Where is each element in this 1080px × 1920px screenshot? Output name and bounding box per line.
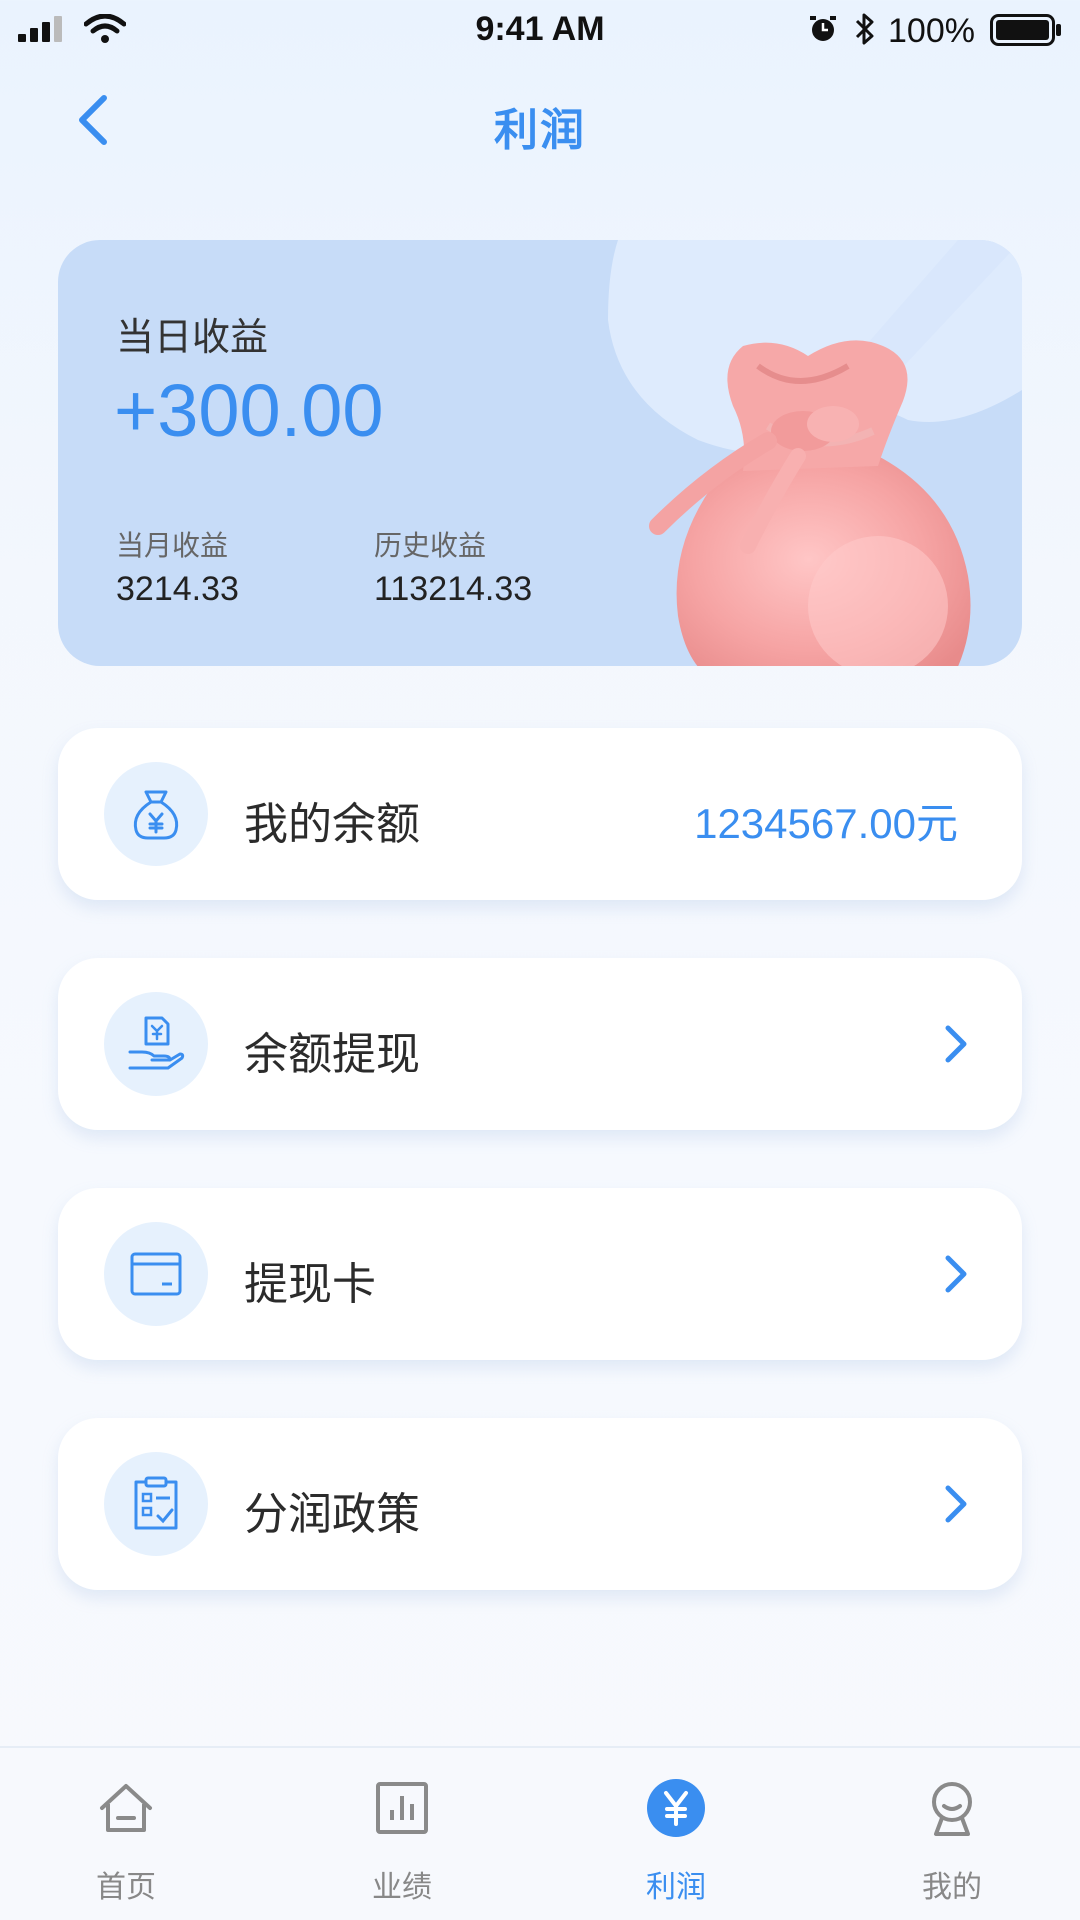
clipboard-icon <box>134 1476 178 1530</box>
alarm-icon <box>810 16 836 41</box>
tab-mine-label: 我的 <box>922 1870 982 1905</box>
card-icon <box>130 1252 182 1296</box>
tab-performance-label: 业绩 <box>372 1870 432 1905</box>
chart-icon <box>376 1782 428 1834</box>
balance-label: 我的余额 <box>244 799 420 850</box>
money-bag-icon <box>133 790 179 840</box>
month-income-label: 当月收益 <box>116 529 229 562</box>
bluetooth-icon <box>855 13 874 45</box>
tab-home[interactable]: 首页 <box>26 1748 226 1920</box>
withdraw-card-row[interactable]: 提现卡 <box>58 1188 1022 1360</box>
battery-icon <box>990 14 1061 46</box>
tab-home-label: 首页 <box>96 1870 156 1905</box>
chevron-right-icon <box>945 1025 967 1063</box>
month-income-value: 3214.33 <box>116 570 239 608</box>
tab-profit-label: 利润 <box>646 1870 706 1905</box>
chevron-right-icon <box>945 1255 967 1293</box>
user-icon <box>932 1782 972 1836</box>
battery-percent: 100% <box>888 12 975 50</box>
profit-policy-row[interactable]: 分润政策 <box>58 1418 1022 1590</box>
profit-summary-card: 当日收益 +300.00 当月收益 3214.33 历史收益 113214.33 <box>58 240 1022 666</box>
withdraw-label: 余额提现 <box>244 1029 420 1080</box>
balance-value: 1234567.00元 <box>694 800 958 847</box>
chevron-right-icon <box>945 1485 967 1523</box>
profit-policy-label: 分润政策 <box>244 1489 420 1540</box>
money-bag-illustration <box>649 340 971 666</box>
history-income-label: 历史收益 <box>374 529 487 562</box>
withdraw-card-label: 提现卡 <box>244 1259 376 1310</box>
yen-icon <box>647 1779 705 1837</box>
tab-mine[interactable]: 我的 <box>852 1748 1052 1920</box>
page-title: 利润 <box>494 105 586 156</box>
tab-performance[interactable]: 业绩 <box>302 1748 502 1920</box>
tab-bar: 首页 业绩 利润 我的 <box>0 1746 1080 1920</box>
today-income-label: 当日收益 <box>116 315 269 359</box>
status-bar: 9:41 AM 100% <box>0 0 1080 60</box>
withdraw-hand-icon <box>128 1016 185 1070</box>
clipboard-icon-wrap <box>104 1452 208 1556</box>
balance-row[interactable]: 我的余额 1234567.00元 <box>58 728 1022 900</box>
money-bag-icon-wrap <box>104 762 208 866</box>
card-icon-wrap <box>104 1222 208 1326</box>
withdraw-icon-wrap <box>104 992 208 1096</box>
home-icon <box>100 1784 152 1832</box>
withdraw-row[interactable]: 余额提现 <box>58 958 1022 1130</box>
history-income-value: 113214.33 <box>374 570 533 608</box>
today-income-value: +300.00 <box>114 369 384 452</box>
tab-profit[interactable]: 利润 <box>576 1748 776 1920</box>
